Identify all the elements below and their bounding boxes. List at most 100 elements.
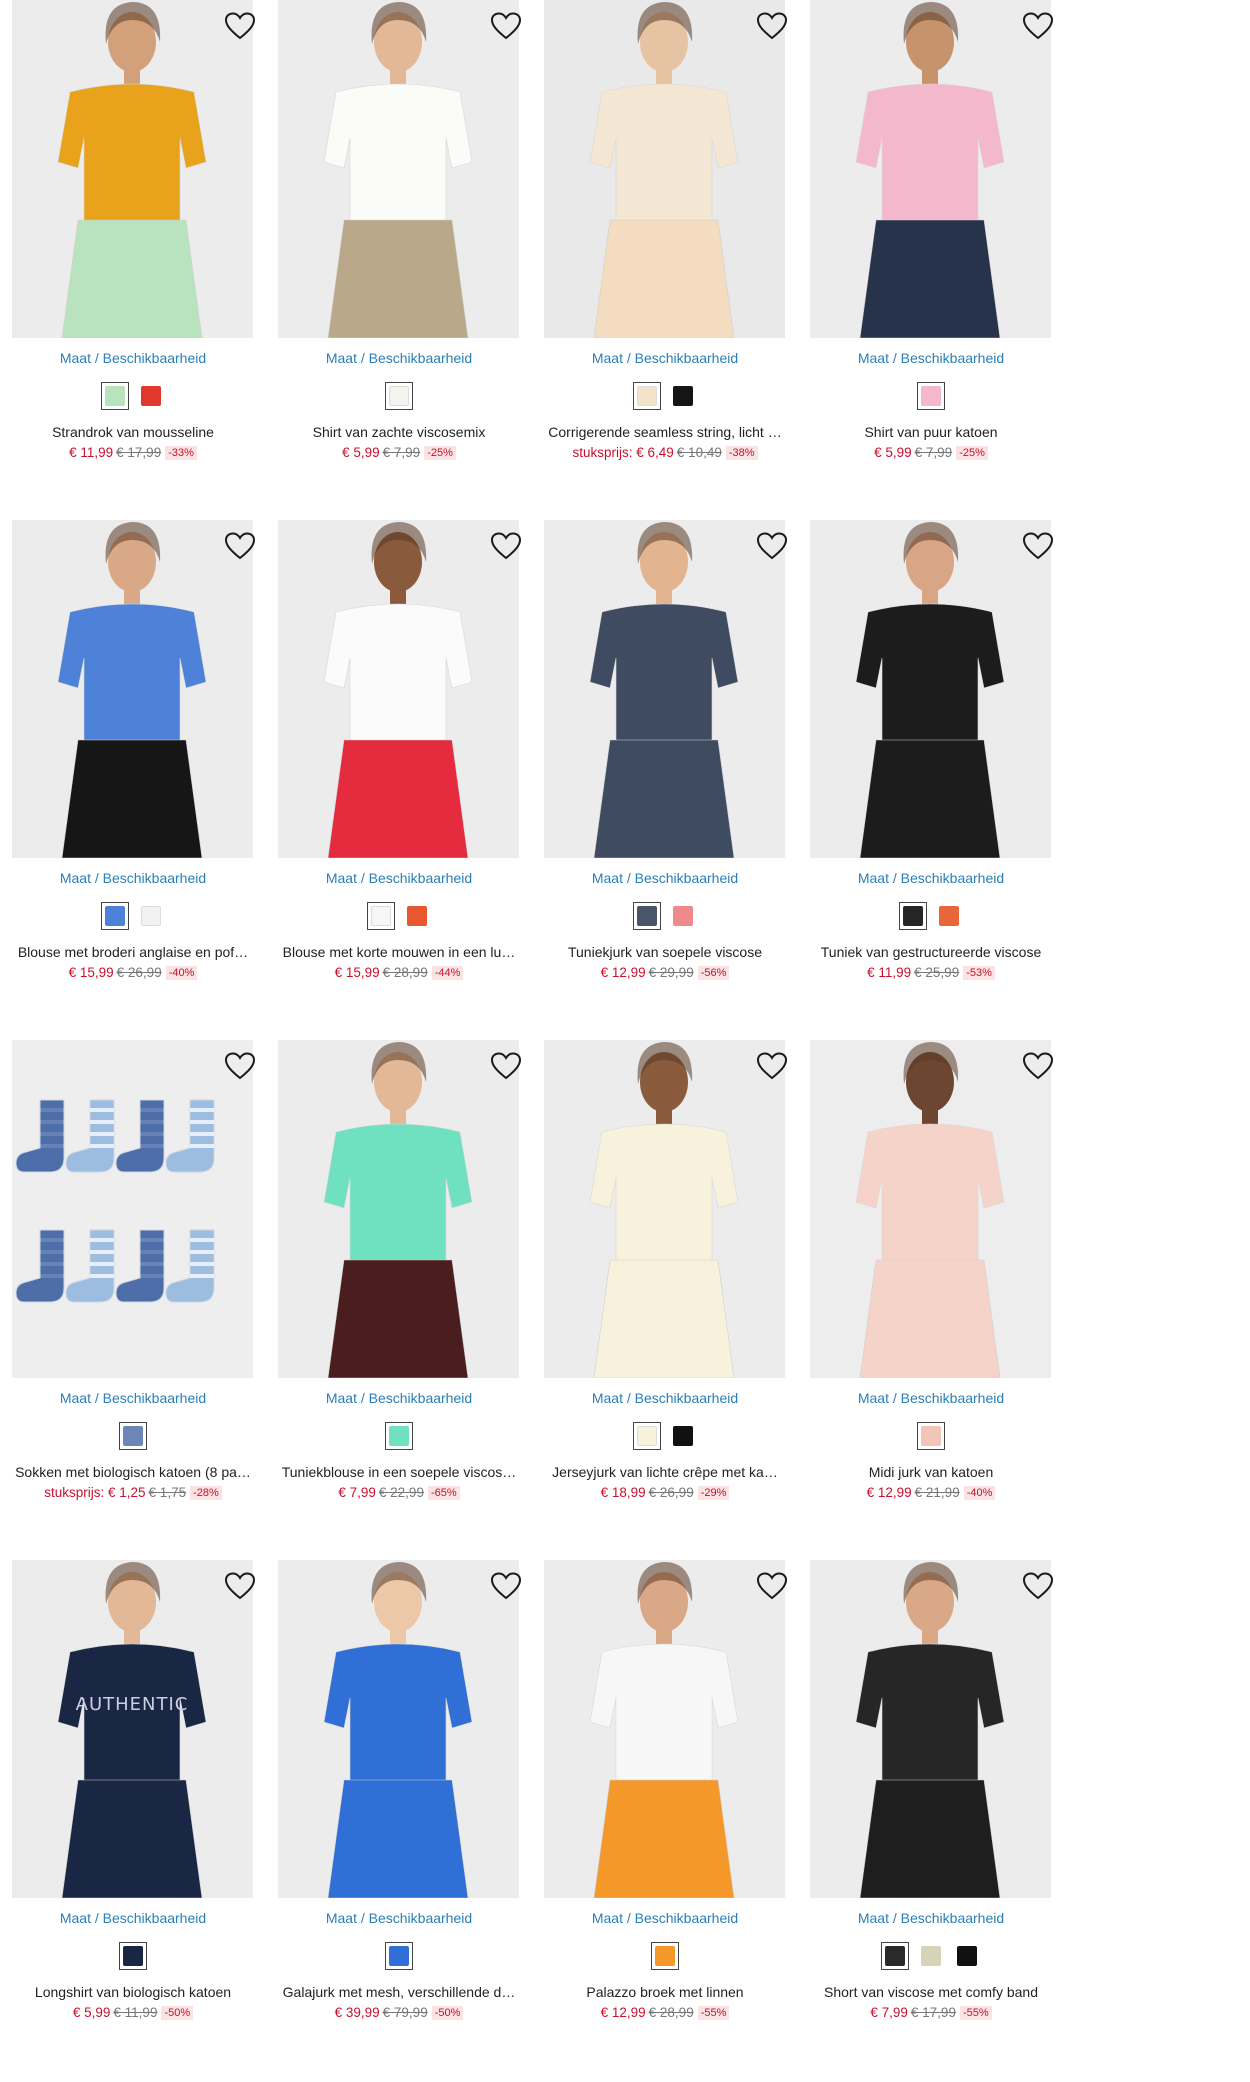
- color-swatch[interactable]: [385, 1422, 413, 1450]
- wishlist-heart-icon[interactable]: [756, 1052, 788, 1080]
- product-card[interactable]: Maat / Beschikbaarheid Palazzo broek met …: [532, 1560, 798, 2030]
- product-name[interactable]: Blouse met broderi anglaise en pof…: [0, 944, 266, 960]
- color-swatch[interactable]: [633, 1422, 661, 1450]
- wishlist-heart-icon[interactable]: [224, 532, 256, 560]
- product-image[interactable]: [12, 1040, 253, 1378]
- color-swatch[interactable]: [669, 1422, 697, 1450]
- size-availability-link[interactable]: Maat / Beschikbaarheid: [266, 1910, 532, 1926]
- size-availability-link[interactable]: Maat / Beschikbaarheid: [266, 870, 532, 886]
- size-availability-link[interactable]: Maat / Beschikbaarheid: [266, 1390, 532, 1406]
- product-card[interactable]: Maat / Beschikbaarheid Tuniekjurk van soe…: [532, 520, 798, 990]
- product-image[interactable]: [810, 1560, 1051, 1898]
- product-card[interactable]: Maat / Beschikbaarheid Shirt van zachte v…: [266, 0, 532, 470]
- wishlist-heart-icon[interactable]: [1022, 1572, 1054, 1600]
- color-swatch[interactable]: [917, 382, 945, 410]
- size-availability-link[interactable]: Maat / Beschikbaarheid: [0, 1390, 266, 1406]
- color-swatch[interactable]: [137, 382, 165, 410]
- wishlist-heart-icon[interactable]: [490, 1572, 522, 1600]
- product-name[interactable]: Shirt van puur katoen: [798, 424, 1064, 440]
- wishlist-heart-icon[interactable]: [1022, 12, 1054, 40]
- size-availability-link[interactable]: Maat / Beschikbaarheid: [266, 350, 532, 366]
- product-name[interactable]: Shirt van zachte viscosemix: [266, 424, 532, 440]
- product-image[interactable]: [810, 520, 1051, 858]
- color-swatch[interactable]: [669, 382, 697, 410]
- size-availability-link[interactable]: Maat / Beschikbaarheid: [0, 1910, 266, 1926]
- color-swatch[interactable]: [917, 1422, 945, 1450]
- product-image[interactable]: [544, 1560, 785, 1898]
- product-name[interactable]: Tuniekblouse in een soepele viscos…: [266, 1464, 532, 1480]
- product-name[interactable]: Sokken met biologisch katoen (8 pa…: [0, 1464, 266, 1480]
- product-card[interactable]: Maat / Beschikbaarheid Sokken met biologi…: [0, 1040, 266, 1510]
- product-image[interactable]: [12, 520, 253, 858]
- product-card[interactable]: AUTHENTIC Maat / Beschikbaarheid Longshirt…: [0, 1560, 266, 2030]
- color-swatch[interactable]: [101, 382, 129, 410]
- color-swatch[interactable]: [137, 902, 165, 930]
- product-image[interactable]: [12, 0, 253, 338]
- product-image[interactable]: [544, 0, 785, 338]
- size-availability-link[interactable]: Maat / Beschikbaarheid: [798, 350, 1064, 366]
- size-availability-link[interactable]: Maat / Beschikbaarheid: [532, 350, 798, 366]
- product-name[interactable]: Galajurk met mesh, verschillende d…: [266, 1984, 532, 2000]
- product-image[interactable]: [278, 1560, 519, 1898]
- product-name[interactable]: Tuniek van gestructureerde viscose: [798, 944, 1064, 960]
- color-swatch[interactable]: [899, 902, 927, 930]
- wishlist-heart-icon[interactable]: [1022, 1052, 1054, 1080]
- product-name[interactable]: Tuniekjurk van soepele viscose: [532, 944, 798, 960]
- product-name[interactable]: Midi jurk van katoen: [798, 1464, 1064, 1480]
- color-swatch[interactable]: [101, 902, 129, 930]
- wishlist-heart-icon[interactable]: [756, 12, 788, 40]
- color-swatch[interactable]: [651, 1942, 679, 1970]
- wishlist-heart-icon[interactable]: [756, 1572, 788, 1600]
- product-card[interactable]: Maat / Beschikbaarheid Jerseyjurk van lic…: [532, 1040, 798, 1510]
- product-card[interactable]: Maat / Beschikbaarheid Tuniekblouse in ee…: [266, 1040, 532, 1510]
- product-name[interactable]: Jerseyjurk van lichte crêpe met ka…: [532, 1464, 798, 1480]
- product-image[interactable]: [810, 1040, 1051, 1378]
- product-card[interactable]: Maat / Beschikbaarheid Galajurk met mesh,…: [266, 1560, 532, 2030]
- wishlist-heart-icon[interactable]: [224, 1052, 256, 1080]
- wishlist-heart-icon[interactable]: [224, 12, 256, 40]
- size-availability-link[interactable]: Maat / Beschikbaarheid: [0, 870, 266, 886]
- size-availability-link[interactable]: Maat / Beschikbaarheid: [798, 1910, 1064, 1926]
- product-card[interactable]: Maat / Beschikbaarheid Midi jurk van kato…: [798, 1040, 1064, 1510]
- product-card[interactable]: Maat / Beschikbaarheid Strandrok van mous…: [0, 0, 266, 470]
- product-name[interactable]: Corrigerende seamless string, licht …: [532, 424, 798, 440]
- wishlist-heart-icon[interactable]: [490, 532, 522, 560]
- color-swatch[interactable]: [953, 1942, 981, 1970]
- color-swatch[interactable]: [367, 902, 395, 930]
- color-swatch[interactable]: [403, 902, 431, 930]
- color-swatch[interactable]: [935, 902, 963, 930]
- product-image[interactable]: [544, 1040, 785, 1378]
- product-card[interactable]: Maat / Beschikbaarheid Shirt van puur kat…: [798, 0, 1064, 470]
- color-swatch[interactable]: [917, 1942, 945, 1970]
- color-swatch[interactable]: [669, 902, 697, 930]
- product-image[interactable]: [278, 1040, 519, 1378]
- size-availability-link[interactable]: Maat / Beschikbaarheid: [532, 870, 798, 886]
- product-name[interactable]: Blouse met korte mouwen in een lu…: [266, 944, 532, 960]
- product-image[interactable]: AUTHENTIC: [12, 1560, 253, 1898]
- color-swatch[interactable]: [385, 1942, 413, 1970]
- size-availability-link[interactable]: Maat / Beschikbaarheid: [532, 1390, 798, 1406]
- size-availability-link[interactable]: Maat / Beschikbaarheid: [798, 870, 1064, 886]
- product-card[interactable]: Maat / Beschikbaarheid Tuniek van gestruc…: [798, 520, 1064, 990]
- product-card[interactable]: Maat / Beschikbaarheid Short van viscose …: [798, 1560, 1064, 2030]
- color-swatch[interactable]: [385, 382, 413, 410]
- product-card[interactable]: Maat / Beschikbaarheid Blouse met broderi…: [0, 520, 266, 990]
- color-swatch[interactable]: [633, 902, 661, 930]
- wishlist-heart-icon[interactable]: [224, 1572, 256, 1600]
- product-card[interactable]: Maat / Beschikbaarheid Corrigerende seaml…: [532, 0, 798, 470]
- wishlist-heart-icon[interactable]: [490, 12, 522, 40]
- color-swatch[interactable]: [881, 1942, 909, 1970]
- wishlist-heart-icon[interactable]: [490, 1052, 522, 1080]
- product-image[interactable]: [278, 520, 519, 858]
- product-image[interactable]: [278, 0, 519, 338]
- color-swatch[interactable]: [119, 1942, 147, 1970]
- wishlist-heart-icon[interactable]: [756, 532, 788, 560]
- wishlist-heart-icon[interactable]: [1022, 532, 1054, 560]
- product-name[interactable]: Short van viscose met comfy band: [798, 1984, 1064, 2000]
- product-card[interactable]: Maat / Beschikbaarheid Blouse met korte m…: [266, 520, 532, 990]
- color-swatch[interactable]: [119, 1422, 147, 1450]
- product-name[interactable]: Strandrok van mousseline: [0, 424, 266, 440]
- size-availability-link[interactable]: Maat / Beschikbaarheid: [798, 1390, 1064, 1406]
- product-image[interactable]: [544, 520, 785, 858]
- size-availability-link[interactable]: Maat / Beschikbaarheid: [532, 1910, 798, 1926]
